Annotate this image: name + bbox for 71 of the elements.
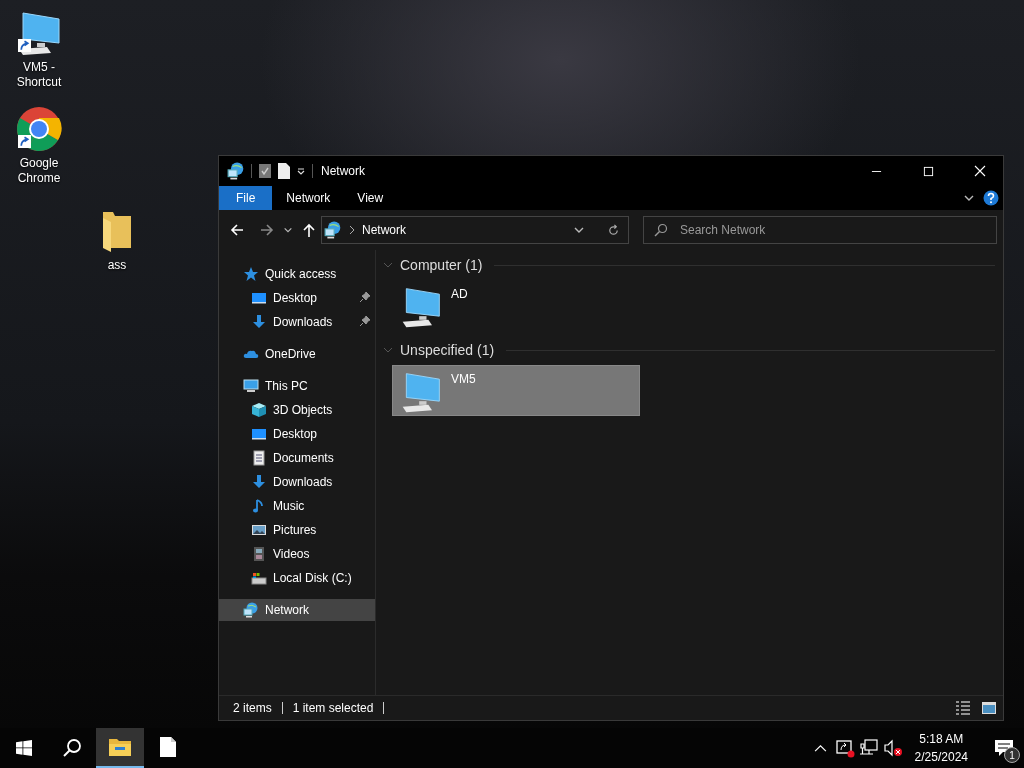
remote-desktop-icon[interactable]	[834, 738, 855, 758]
nav-item[interactable]: Desktop	[219, 287, 359, 309]
window-title: Network	[321, 164, 366, 178]
network-icon	[243, 602, 259, 618]
desktop-icon-label[interactable]: Google Chrome	[2, 156, 76, 186]
nav-item[interactable]: OneDrive	[219, 343, 375, 365]
folder-icon[interactable]	[101, 210, 133, 252]
selection-count: 1 item selected	[292, 701, 374, 715]
search-field[interactable]: Search Network	[643, 216, 997, 244]
nav-item[interactable]: Network	[219, 599, 375, 621]
item-count: 2 items	[233, 701, 272, 715]
nav-item[interactable]: This PC	[219, 375, 375, 397]
maximize-icon	[922, 165, 934, 177]
nav-item[interactable]: Quick access	[219, 263, 375, 285]
pc-icon	[243, 378, 259, 394]
star-icon	[243, 266, 259, 282]
disk-icon	[251, 570, 267, 586]
nav-item[interactable]: Documents	[219, 447, 375, 469]
document-icon	[251, 450, 267, 466]
up-arrow-icon[interactable]	[301, 222, 317, 238]
address-bar[interactable]: Network	[321, 216, 629, 244]
breadcrumb-chevron-icon	[348, 225, 356, 235]
windows-logo-icon	[16, 740, 32, 756]
nav-item[interactable]: Local Disk (C:)	[219, 567, 375, 589]
desktop-icon	[251, 426, 267, 442]
nav-item[interactable]: 3D Objects	[219, 399, 375, 421]
search-icon	[654, 223, 668, 237]
picture-icon	[251, 522, 267, 538]
large-icons-view-icon[interactable]	[981, 700, 997, 716]
computer-item[interactable]: VM5	[392, 365, 640, 416]
nav-item[interactable]: Downloads	[219, 471, 375, 493]
nav-item[interactable]: Music	[219, 495, 375, 517]
download-icon	[251, 474, 267, 490]
group-header: Computer (1)	[400, 257, 483, 273]
properties-icon[interactable]	[258, 163, 272, 179]
document-icon	[160, 737, 176, 757]
muted-speaker-icon[interactable]	[882, 738, 903, 758]
help-icon[interactable]	[983, 190, 999, 206]
desktop-icon-label[interactable]: ass	[107, 258, 127, 273]
new-folder-icon[interactable]	[278, 163, 290, 179]
cube-icon	[251, 402, 267, 418]
nav-item[interactable]: Desktop	[219, 423, 375, 445]
nav-item[interactable]: Downloads	[219, 311, 359, 333]
group-header: Unspecified (1)	[400, 342, 495, 358]
details-view-icon[interactable]	[955, 700, 971, 716]
desktop-icon-label[interactable]: VM5 - Shortcut	[2, 60, 76, 90]
chrome-icon[interactable]	[15, 105, 63, 153]
show-hidden-icons-icon[interactable]	[814, 743, 828, 753]
network-status-icon[interactable]	[858, 738, 879, 758]
ribbon-tab[interactable]: File	[219, 186, 273, 210]
notification-count: 1	[1004, 747, 1020, 763]
refresh-icon[interactable]	[607, 223, 620, 237]
ribbon-tab[interactable]: Network	[272, 186, 344, 210]
nav-item[interactable]: Pictures	[219, 519, 375, 541]
back-arrow-icon[interactable]	[229, 222, 245, 238]
search-icon	[62, 738, 82, 758]
network-icon	[324, 221, 342, 239]
network-icon[interactable]	[227, 162, 245, 180]
ribbon-tab[interactable]: View	[343, 186, 397, 210]
customize-caret-icon[interactable]	[296, 166, 306, 176]
video-icon	[251, 546, 267, 562]
nav-item[interactable]: Videos	[219, 543, 375, 565]
computer-item[interactable]: AD	[392, 280, 640, 331]
clock[interactable]: 5:18 AM 2/25/2024	[904, 730, 978, 766]
download-icon	[251, 314, 267, 330]
folder-icon	[108, 737, 132, 757]
desktop-icon	[251, 290, 267, 306]
forward-arrow-icon[interactable]	[259, 222, 275, 238]
close-icon	[974, 165, 986, 177]
taskbar-app-button[interactable]	[96, 728, 144, 768]
recent-locations-icon[interactable]	[283, 225, 293, 235]
